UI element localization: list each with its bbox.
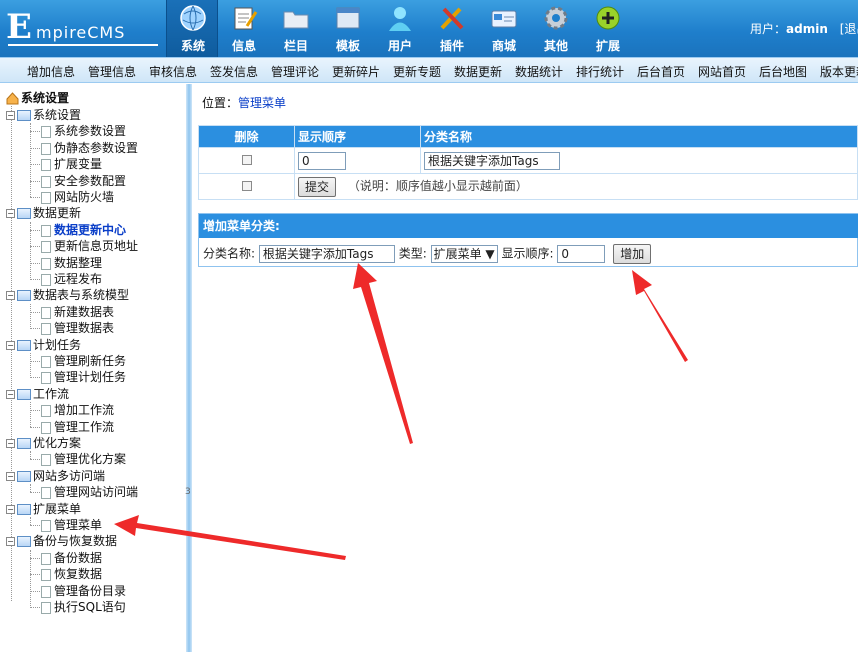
arrow-to-add-button (632, 270, 688, 362)
arrow-to-name-input (353, 263, 413, 444)
annotation-arrows (114, 263, 688, 560)
arrow-to-manage-menu (114, 515, 346, 560)
